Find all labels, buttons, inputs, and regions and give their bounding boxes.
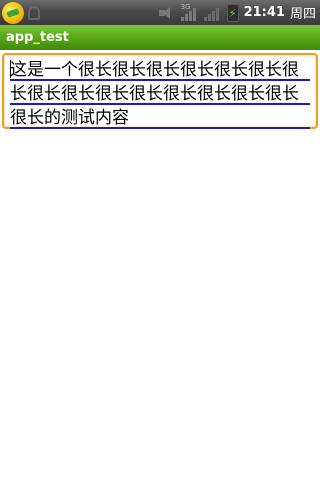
cell-signal-icon (203, 5, 222, 21)
status-bar: 3G ⚡ 21:41 周四 (0, 0, 320, 25)
network-type-label: 3G (180, 2, 191, 11)
mute-icon (158, 6, 176, 20)
notification-area[interactable] (0, 0, 40, 25)
text-input-value[interactable]: 这是一个很长很长很长很长很长很长很长很长很长很长很长很长很长很长很长很长的测试内… (10, 58, 310, 131)
usb-icon (28, 5, 40, 20)
clock: 21:41 (243, 5, 285, 20)
text-cursor (10, 60, 11, 78)
app-notification-icon[interactable] (2, 1, 24, 24)
data-signal-icon: 3G (180, 2, 199, 21)
app-title: app_test (6, 30, 69, 45)
system-status-area: 3G ⚡ 21:41 周四 (158, 0, 320, 25)
weekday: 周四 (289, 7, 316, 22)
battery-charging-icon: ⚡ (226, 3, 239, 22)
title-bar: app_test (0, 25, 320, 50)
